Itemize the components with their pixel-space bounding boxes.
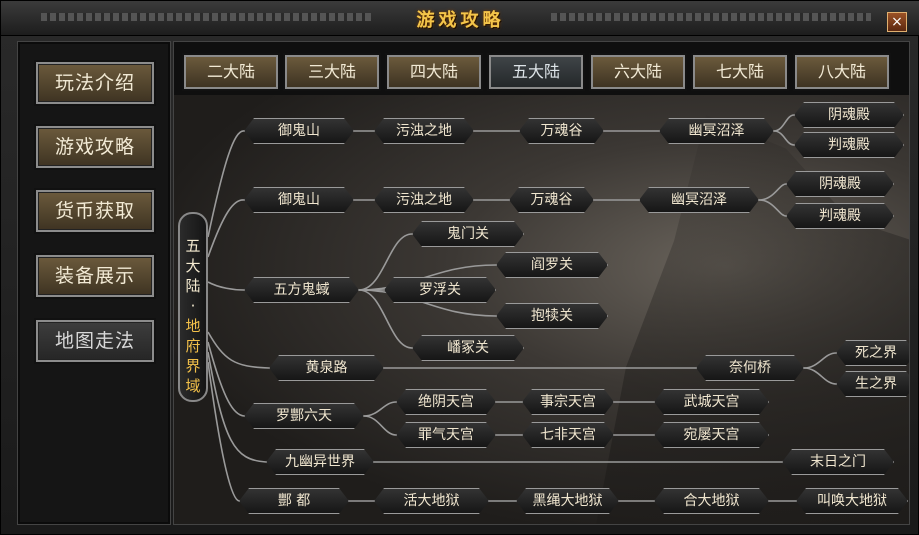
map-node[interactable]: 阴魂殿 (786, 171, 894, 197)
map-node[interactable]: 判魂殿 (786, 203, 894, 229)
sidebar-item-gameplay[interactable]: 玩法介绍 (36, 62, 154, 104)
sidebar: 玩法介绍 游戏攻略 货币获取 装备展示 地图走法 (17, 41, 171, 525)
map-node[interactable]: 奈何桥 (696, 355, 804, 381)
region-char: · (190, 297, 196, 315)
map-node[interactable]: 幽冥沼泽 (639, 187, 759, 213)
close-button[interactable]: × (887, 12, 907, 32)
region-char: 地 (185, 317, 201, 335)
sidebar-item-guide[interactable]: 游戏攻略 (36, 126, 154, 168)
map-node[interactable]: 合大地狱 (654, 488, 769, 514)
map-node[interactable]: 抱犊关 (496, 303, 608, 329)
map-node[interactable]: 罗酆六天 (244, 403, 364, 429)
map-node[interactable]: 罪气天宫 (396, 422, 496, 448)
content-panel: 二大陆 三大陆 四大陆 五大陆 六大陆 七大陆 八大陆 五 大 陆 · 地 府 … (173, 41, 910, 525)
map-node[interactable]: 嶓冢关 (412, 335, 524, 361)
map-node[interactable]: 九幽异世界 (266, 449, 374, 475)
map-node[interactable]: 污浊之地 (374, 187, 474, 213)
map-node[interactable]: 七非天宫 (522, 422, 614, 448)
map-node[interactable]: 污浊之地 (374, 118, 474, 144)
region-char: 陆 (185, 277, 201, 295)
title-bar: 游戏攻略 × (1, 1, 919, 36)
map-node[interactable]: 绝阴天宫 (396, 389, 496, 415)
map-node[interactable]: 阴魂殿 (794, 102, 904, 128)
map-node[interactable]: 生之界 (836, 371, 910, 397)
sidebar-item-equipment[interactable]: 装备展示 (36, 255, 154, 297)
region-char: 五 (185, 237, 201, 255)
map-node[interactable]: 万魂谷 (509, 187, 594, 213)
window-title: 游戏攻略 (416, 10, 505, 31)
map-node[interactable]: 御鬼山 (244, 187, 354, 213)
map-node[interactable]: 五方鬼蜮 (244, 277, 359, 303)
map-node[interactable]: 事宗天宫 (522, 389, 614, 415)
sidebar-item-map-route[interactable]: 地图走法 (36, 320, 154, 362)
map-node[interactable]: 阎罗关 (496, 252, 608, 278)
map-node[interactable]: 御鬼山 (244, 118, 354, 144)
map-node[interactable]: 末日之门 (782, 449, 894, 475)
map-node[interactable]: 宛屡天宫 (654, 422, 769, 448)
region-label: 五 大 陆 · 地 府 界 域 (178, 212, 208, 402)
map-node[interactable]: 酆 都 (239, 488, 349, 514)
map-node[interactable]: 活大地狱 (374, 488, 489, 514)
region-char: 府 (185, 337, 201, 355)
region-char: 大 (185, 257, 201, 275)
map-node[interactable]: 鬼门关 (412, 221, 524, 247)
map-node[interactable]: 判魂殿 (794, 132, 904, 158)
guide-window: 游戏攻略 × 玩法介绍 游戏攻略 货币获取 装备展示 地图走法 二大陆 三大陆 … (0, 0, 919, 535)
map-node[interactable]: 万魂谷 (519, 118, 604, 144)
region-char: 界 (185, 357, 201, 375)
map-node[interactable]: 死之界 (836, 340, 910, 366)
map-node[interactable]: 叫唤大地狱 (796, 488, 908, 514)
map-node[interactable]: 黄泉路 (269, 355, 384, 381)
map-node[interactable]: 黑绳大地狱 (516, 488, 619, 514)
map-node[interactable]: 幽冥沼泽 (659, 118, 774, 144)
region-char: 域 (185, 377, 201, 395)
sidebar-item-currency[interactable]: 货币获取 (36, 190, 154, 232)
map-node[interactable]: 武城天宫 (654, 389, 769, 415)
map-node[interactable]: 罗浮关 (384, 277, 496, 303)
